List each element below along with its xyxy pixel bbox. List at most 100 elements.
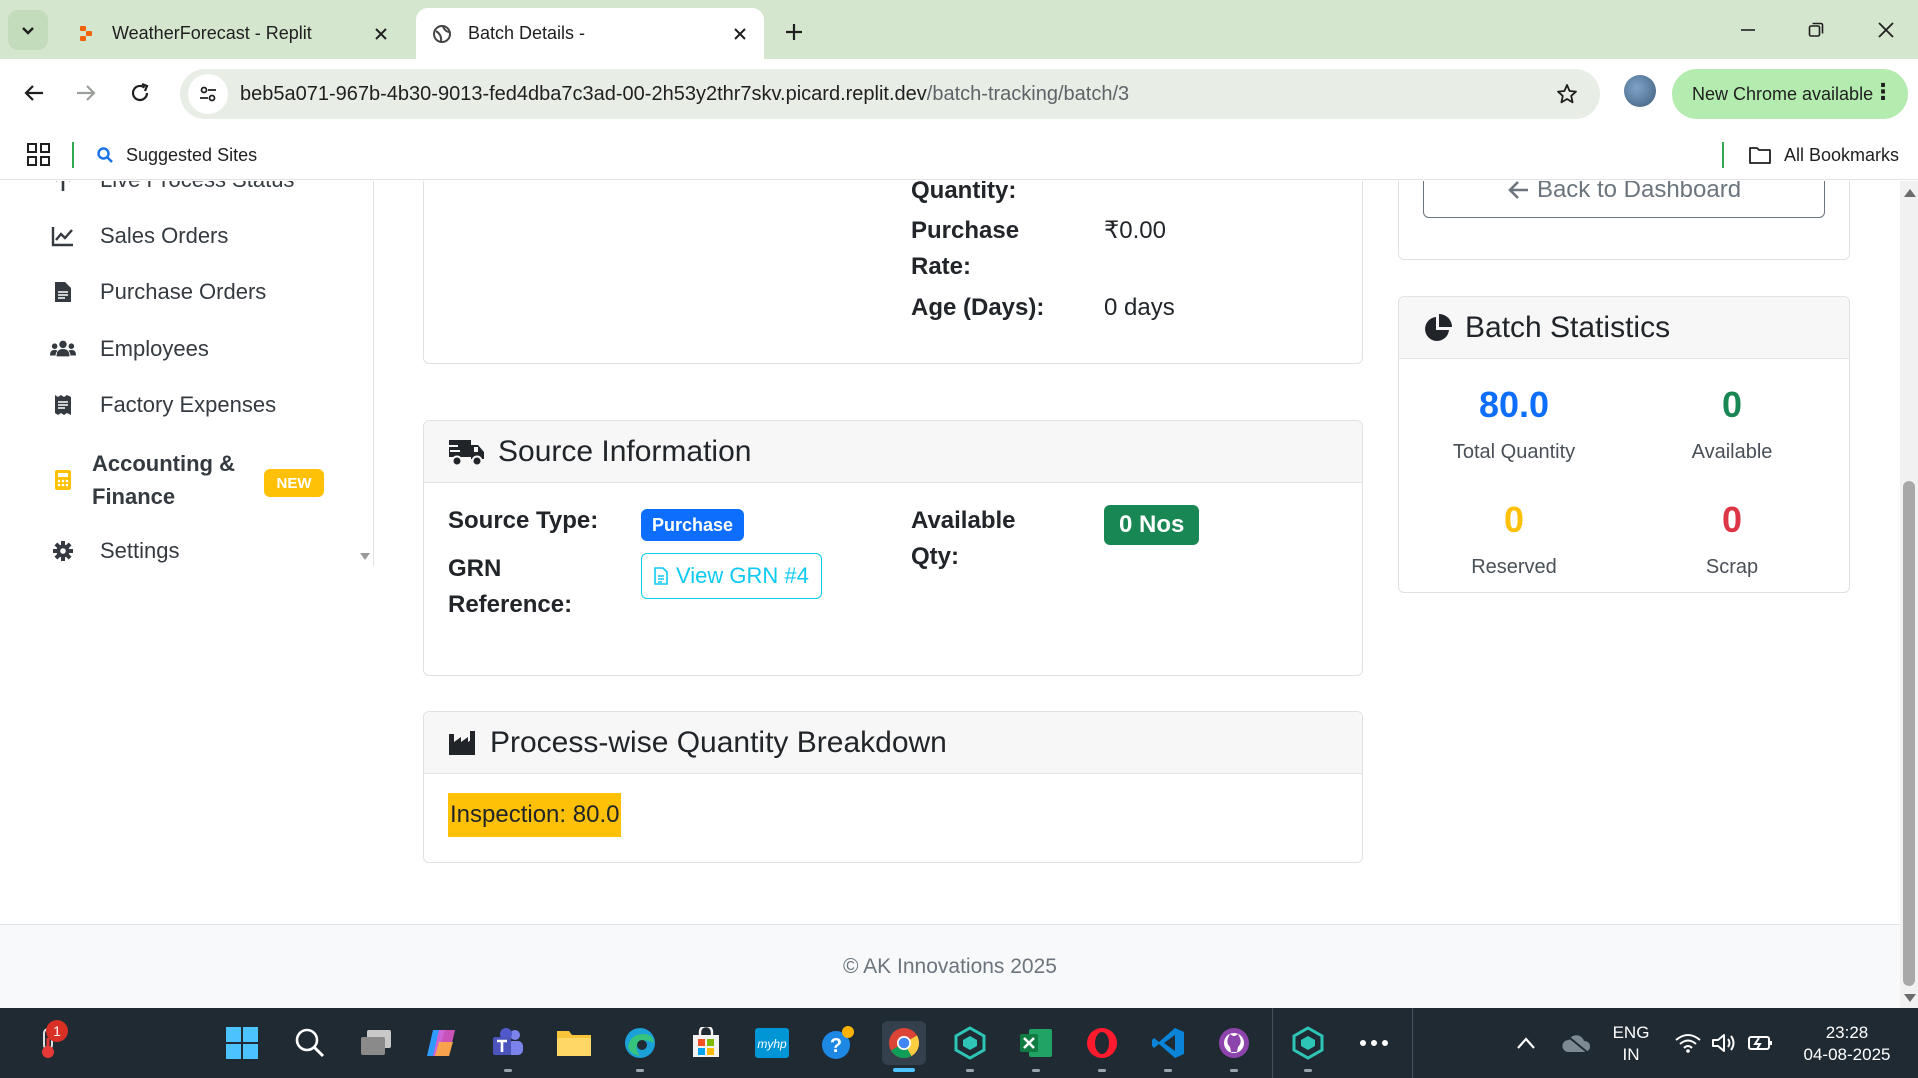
github-desktop-icon[interactable] [1212, 1021, 1256, 1065]
language-indicator[interactable]: ENG IN [1604, 1022, 1658, 1066]
file-icon [654, 567, 668, 585]
help-icon[interactable]: ? [816, 1021, 860, 1065]
scroll-down-icon[interactable] [1904, 994, 1916, 1002]
profile-avatar[interactable] [1624, 75, 1656, 107]
card-header: Process-wise Quantity Breakdown [424, 712, 1362, 774]
scrollbar-thumb[interactable] [1903, 481, 1915, 986]
windows-start-icon[interactable] [220, 1021, 264, 1065]
minimize-button[interactable] [1718, 8, 1778, 52]
all-bookmarks-button[interactable]: All Bookmarks [1748, 138, 1899, 172]
page-scrollbar[interactable] [1900, 181, 1918, 1008]
view-grn-button[interactable]: View GRN #4 [641, 553, 822, 599]
sidebar-item-sales-orders[interactable]: Sales Orders [50, 223, 228, 249]
search-icon [96, 146, 114, 164]
source-type-label: Source Type: [448, 507, 599, 534]
globe-icon [432, 24, 452, 44]
language-line: IN [1622, 1045, 1640, 1064]
sidebar-scroll-down-icon[interactable] [360, 553, 370, 560]
sidebar-item-label: Purchase Orders [100, 279, 267, 304]
myhp-icon[interactable]: myhp [750, 1021, 794, 1065]
scroll-up-icon[interactable] [1904, 189, 1916, 197]
address-bar[interactable]: beb5a071-967b-4b30-9013-fed4dba7c3ad-00-… [180, 69, 1600, 119]
bookmark-suggested-sites[interactable]: Suggested Sites [96, 138, 257, 172]
sidebar-item-factory-expenses[interactable]: Factory Expenses [50, 392, 276, 418]
bookmark-star-icon[interactable] [1552, 79, 1582, 109]
apps-grid-icon[interactable] [26, 142, 52, 168]
app-icon-cube[interactable] [948, 1021, 992, 1065]
sidebar-item-live-process-status[interactable]: Live Process Status [50, 181, 294, 193]
sidebar-item-label: Factory Expenses [100, 392, 277, 417]
bookmarks-separator [1722, 142, 1724, 168]
windows-taskbar: 1 myhp ? ENG IN 23:28 04-08-2025 [0, 1008, 1918, 1078]
more-horizontal-icon[interactable] [1352, 1021, 1396, 1065]
app-icon-cube[interactable] [1286, 1021, 1330, 1065]
task-view-icon[interactable] [354, 1021, 398, 1065]
tab-weatherforecast[interactable]: WeatherForecast - Replit [60, 8, 405, 59]
search-icon[interactable] [288, 1021, 332, 1065]
copilot-icon[interactable] [420, 1021, 464, 1065]
stat-available: 0 Available [1632, 383, 1832, 464]
sidebar-item-label: Employees [100, 336, 209, 361]
chrome-update-button[interactable]: New Chrome available ⋮ [1672, 69, 1908, 119]
process-item: Inspection: 80.0 [448, 793, 622, 837]
more-vert-icon[interactable]: ⋮ [1872, 81, 1894, 103]
close-icon [1878, 22, 1894, 38]
onedrive-icon[interactable] [1554, 1021, 1598, 1065]
chrome-icon[interactable] [882, 1021, 926, 1065]
clock[interactable]: 23:28 04-08-2025 [1792, 1022, 1902, 1066]
tab-title: Batch Details - [468, 23, 586, 43]
vscode-icon[interactable] [1146, 1021, 1190, 1065]
reload-button[interactable] [120, 73, 160, 113]
bookmarks-separator [72, 142, 74, 168]
tab-search-button[interactable] [8, 10, 48, 50]
teams-icon[interactable] [486, 1021, 530, 1065]
purchase-rate-value: ₹0.00 [1104, 217, 1166, 244]
tab-batch-details[interactable]: Batch Details - [416, 8, 764, 59]
back-button[interactable] [14, 73, 54, 113]
industry-icon [448, 730, 478, 756]
chevron-up-icon[interactable] [1504, 1021, 1548, 1065]
restore-button[interactable] [1786, 8, 1846, 52]
purchase-rate-label: Purchase Rate: [911, 217, 1020, 280]
bookmark-label: Suggested Sites [126, 144, 258, 165]
active-app-indicator [893, 1068, 915, 1072]
site-info-icon[interactable] [188, 74, 228, 114]
stat-label: Scrap [1705, 556, 1759, 578]
running-indicator [1032, 1069, 1040, 1072]
sidebar-item-employees[interactable]: Employees [50, 336, 209, 362]
excel-icon[interactable] [1014, 1021, 1058, 1065]
new-tab-button[interactable] [776, 14, 812, 50]
close-icon[interactable] [365, 18, 397, 50]
close-icon[interactable] [724, 18, 756, 50]
users-icon [50, 336, 76, 362]
stat-value: 0 [1721, 384, 1743, 425]
running-indicator [1098, 1069, 1106, 1072]
sidebar-item-settings[interactable]: Settings [50, 538, 180, 564]
batch-field-label: Batch [448, 181, 515, 192]
stat-value: 80.0 [1478, 384, 1550, 425]
back-to-dashboard-button[interactable]: Back to Dashboard [1423, 181, 1825, 218]
update-label: New Chrome available [1692, 83, 1874, 104]
reload-icon [131, 82, 149, 102]
page-footer: © AK Innovations 2025 [0, 924, 1900, 1008]
sidebar-item-accounting-finance[interactable]: Accounting & Finance [50, 447, 252, 513]
edge-icon[interactable] [618, 1021, 662, 1065]
taskbar-separator [1412, 1008, 1413, 1078]
restore-icon [1808, 22, 1824, 37]
card-title: Batch Statistics [1465, 310, 1671, 344]
sidebar-item-purchase-orders[interactable]: Purchase Orders [50, 279, 266, 305]
stat-reserved: 0 Reserved [1414, 498, 1614, 579]
calculator-icon [50, 467, 76, 493]
opera-icon[interactable] [1080, 1021, 1124, 1065]
card-header: Batch Statistics [1399, 297, 1849, 359]
sidebar-item-label: Live Process Status [100, 181, 294, 193]
forward-button[interactable] [66, 73, 106, 113]
svg-text:myhp: myhp [757, 1037, 787, 1051]
microsoft-store-icon[interactable] [684, 1021, 728, 1065]
back-label: Back to Dashboard [1536, 181, 1742, 203]
minimize-icon [1741, 29, 1755, 31]
file-explorer-icon[interactable] [552, 1021, 596, 1065]
close-window-button[interactable] [1856, 8, 1916, 52]
battery-charging-icon[interactable] [1738, 1021, 1782, 1065]
clock-date: 04-08-2025 [1803, 1045, 1891, 1064]
